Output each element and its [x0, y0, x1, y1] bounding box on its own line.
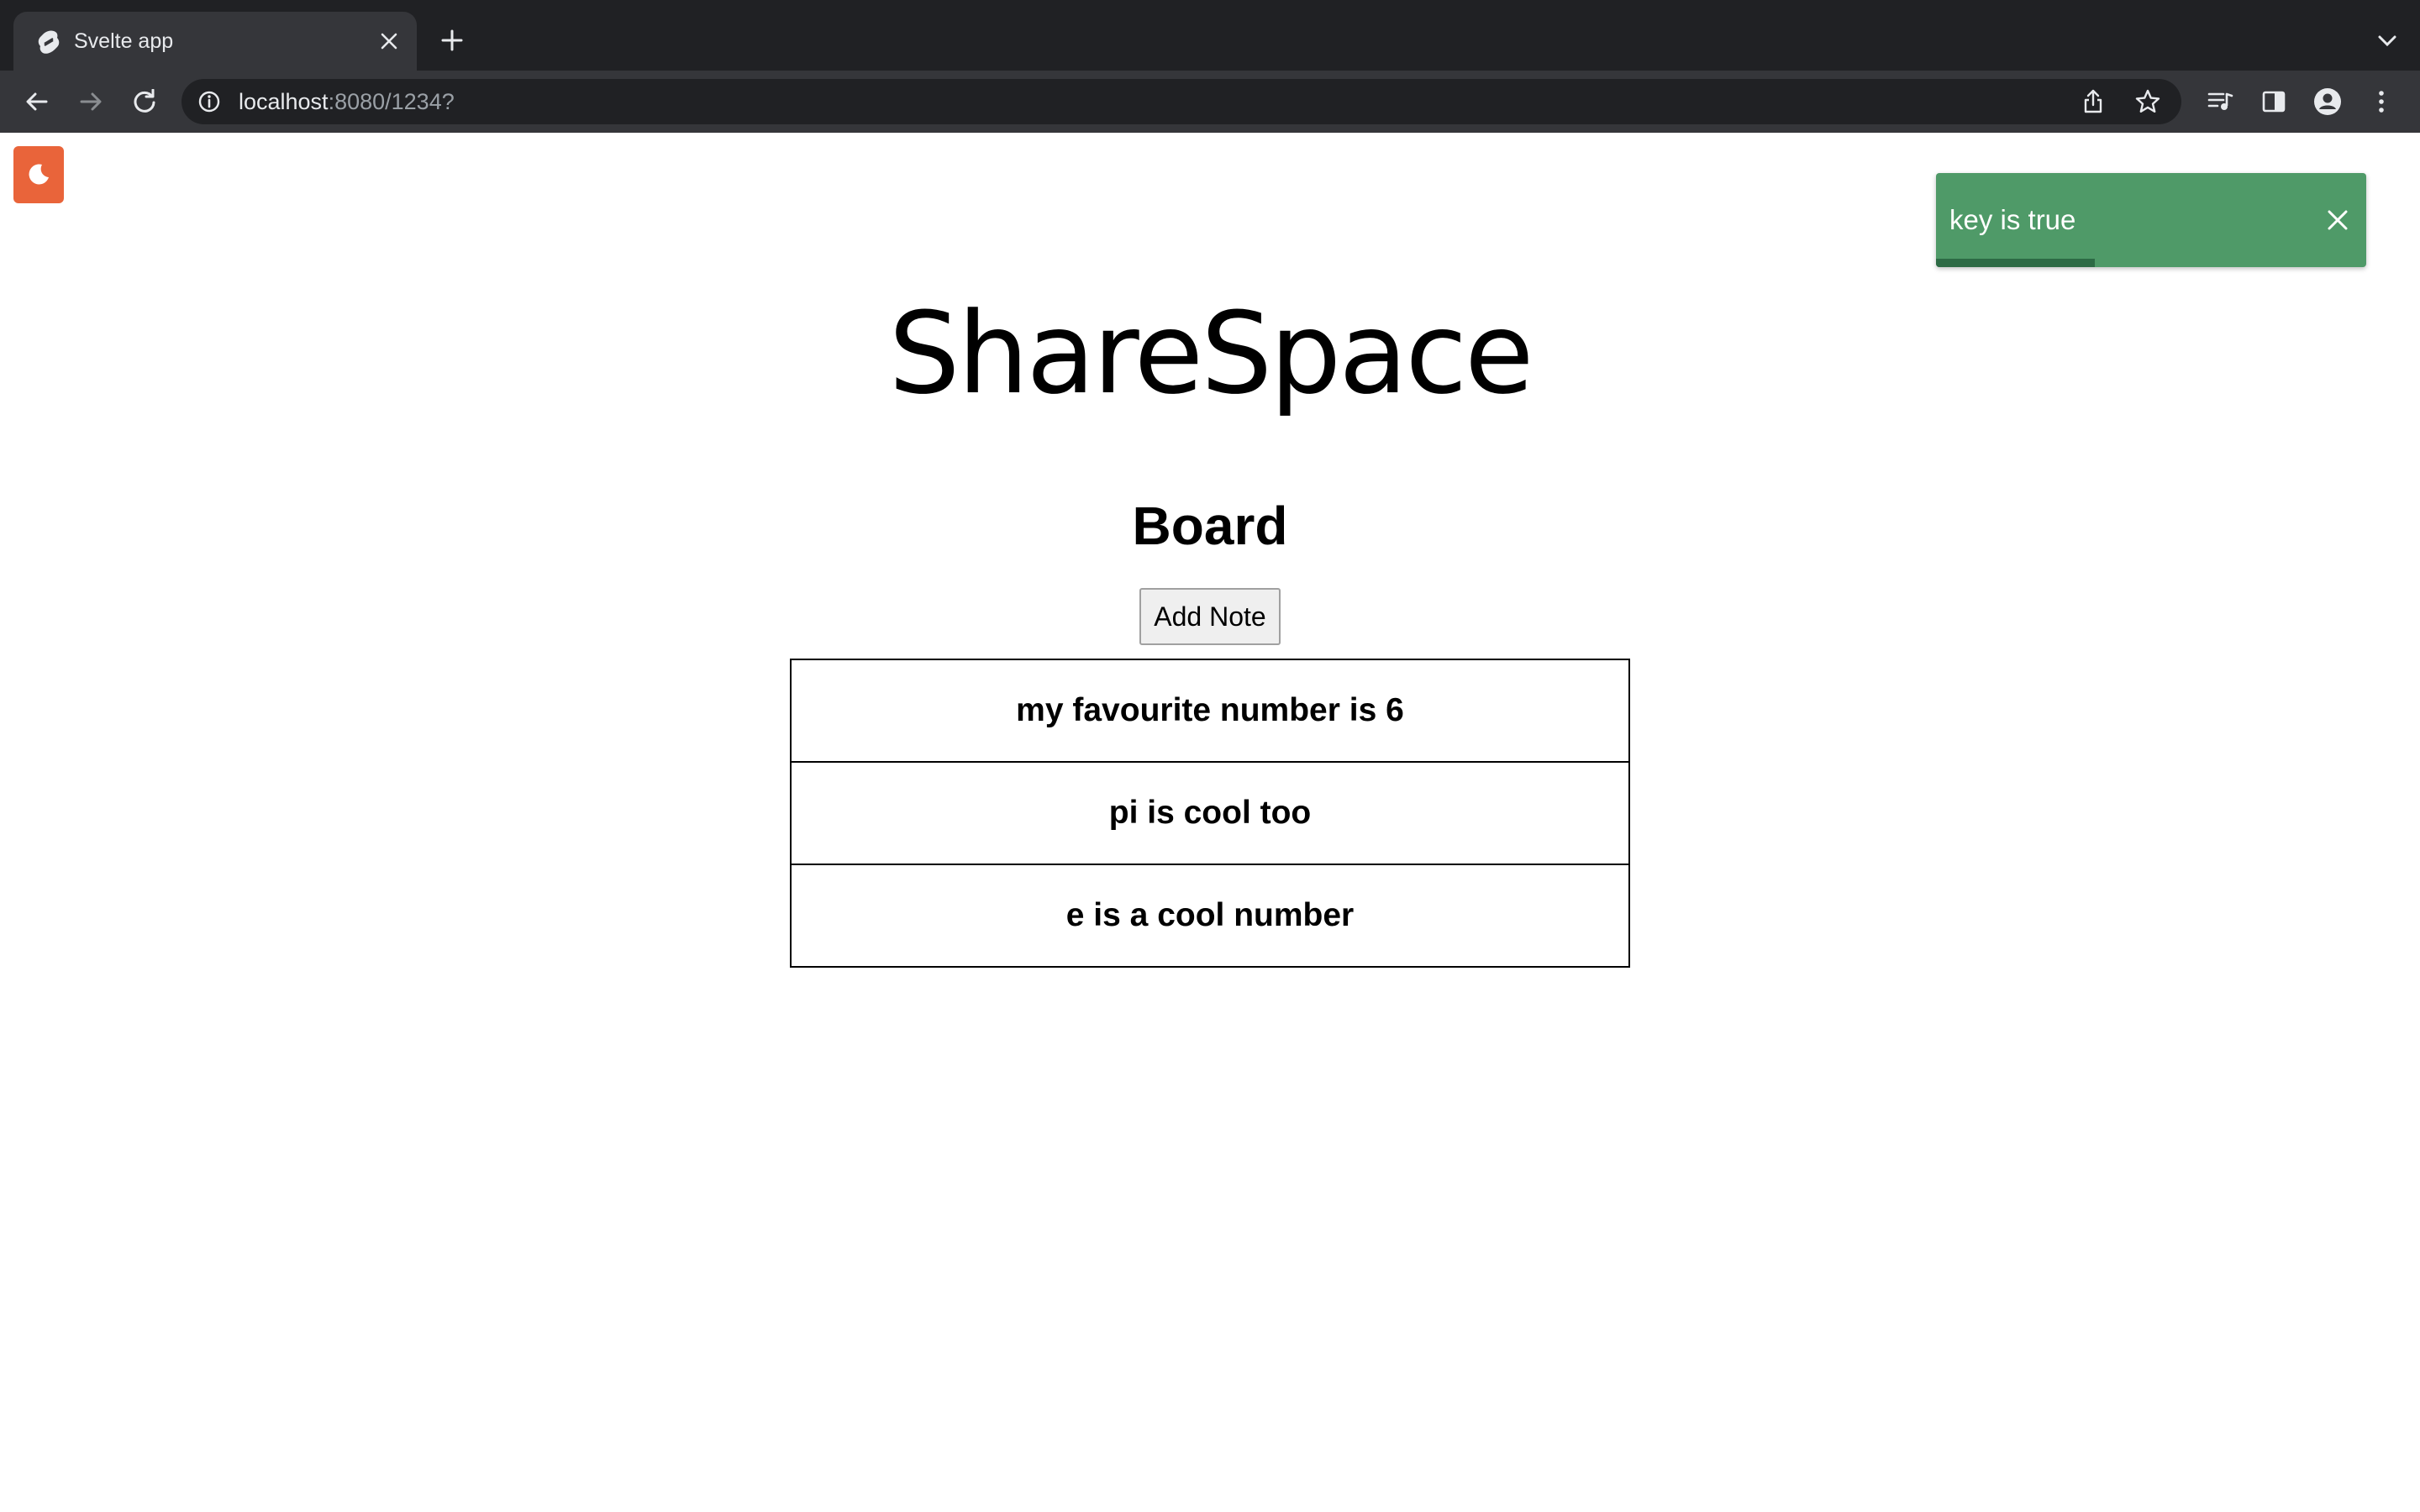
browser-toolbar: localhost:8080/1234?: [0, 71, 2420, 133]
tab-title: Svelte app: [74, 29, 174, 53]
add-note-button[interactable]: Add Note: [1139, 588, 1281, 645]
browser-tab[interactable]: Svelte app: [13, 12, 417, 71]
url-host: localhost: [239, 89, 329, 114]
browser-menu-icon[interactable]: [2363, 83, 2400, 120]
site-info-icon[interactable]: [197, 89, 222, 114]
forward-arrow-icon[interactable]: [72, 83, 109, 120]
address-bar[interactable]: localhost:8080/1234?: [182, 79, 2181, 124]
bookmark-star-icon[interactable]: [2133, 87, 2163, 117]
note-text: pi is cool too: [1108, 795, 1312, 831]
side-panel-icon[interactable]: [2255, 83, 2292, 120]
theme-toggle-button[interactable]: [13, 146, 64, 203]
notes-list: my favourite number is 6 pi is cool too e …: [790, 659, 1630, 968]
url-text: localhost:8080/1234?: [239, 89, 455, 114]
new-tab-icon[interactable]: [435, 24, 469, 57]
toast-notification: key is true: [1936, 173, 2366, 267]
tab-search-chevron-icon[interactable]: [2373, 27, 2402, 55]
toast-progress-track: [1936, 259, 2366, 267]
note-card[interactable]: e is a cool number: [790, 864, 1630, 968]
close-icon[interactable]: [2321, 203, 2354, 237]
url-path: :8080/1234?: [328, 89, 455, 114]
back-arrow-icon[interactable]: [18, 83, 55, 120]
share-icon[interactable]: [2079, 87, 2107, 116]
reload-icon[interactable]: [126, 83, 163, 120]
moon-icon: [26, 161, 51, 189]
profile-avatar-icon[interactable]: [2309, 83, 2346, 120]
toast-progress-bar: [1936, 259, 2096, 267]
note-card[interactable]: my favourite number is 6: [790, 659, 1630, 763]
app-title: ShareSpace: [888, 288, 1534, 419]
tab-close-icon[interactable]: [375, 27, 403, 55]
media-queue-icon[interactable]: [2202, 83, 2238, 120]
browser-tab-strip: Svelte app: [0, 0, 2420, 71]
note-text: e is a cool number: [1065, 897, 1355, 933]
page-content: key is true ShareSpace Board Add Note my…: [0, 133, 2420, 1512]
note-text: my favourite number is 6: [1016, 692, 1404, 728]
board-heading: Board: [1132, 496, 1288, 556]
toast-message: key is true: [1949, 204, 2076, 235]
note-card[interactable]: pi is cool too: [790, 761, 1630, 865]
svelte-favicon-icon: [37, 29, 60, 55]
